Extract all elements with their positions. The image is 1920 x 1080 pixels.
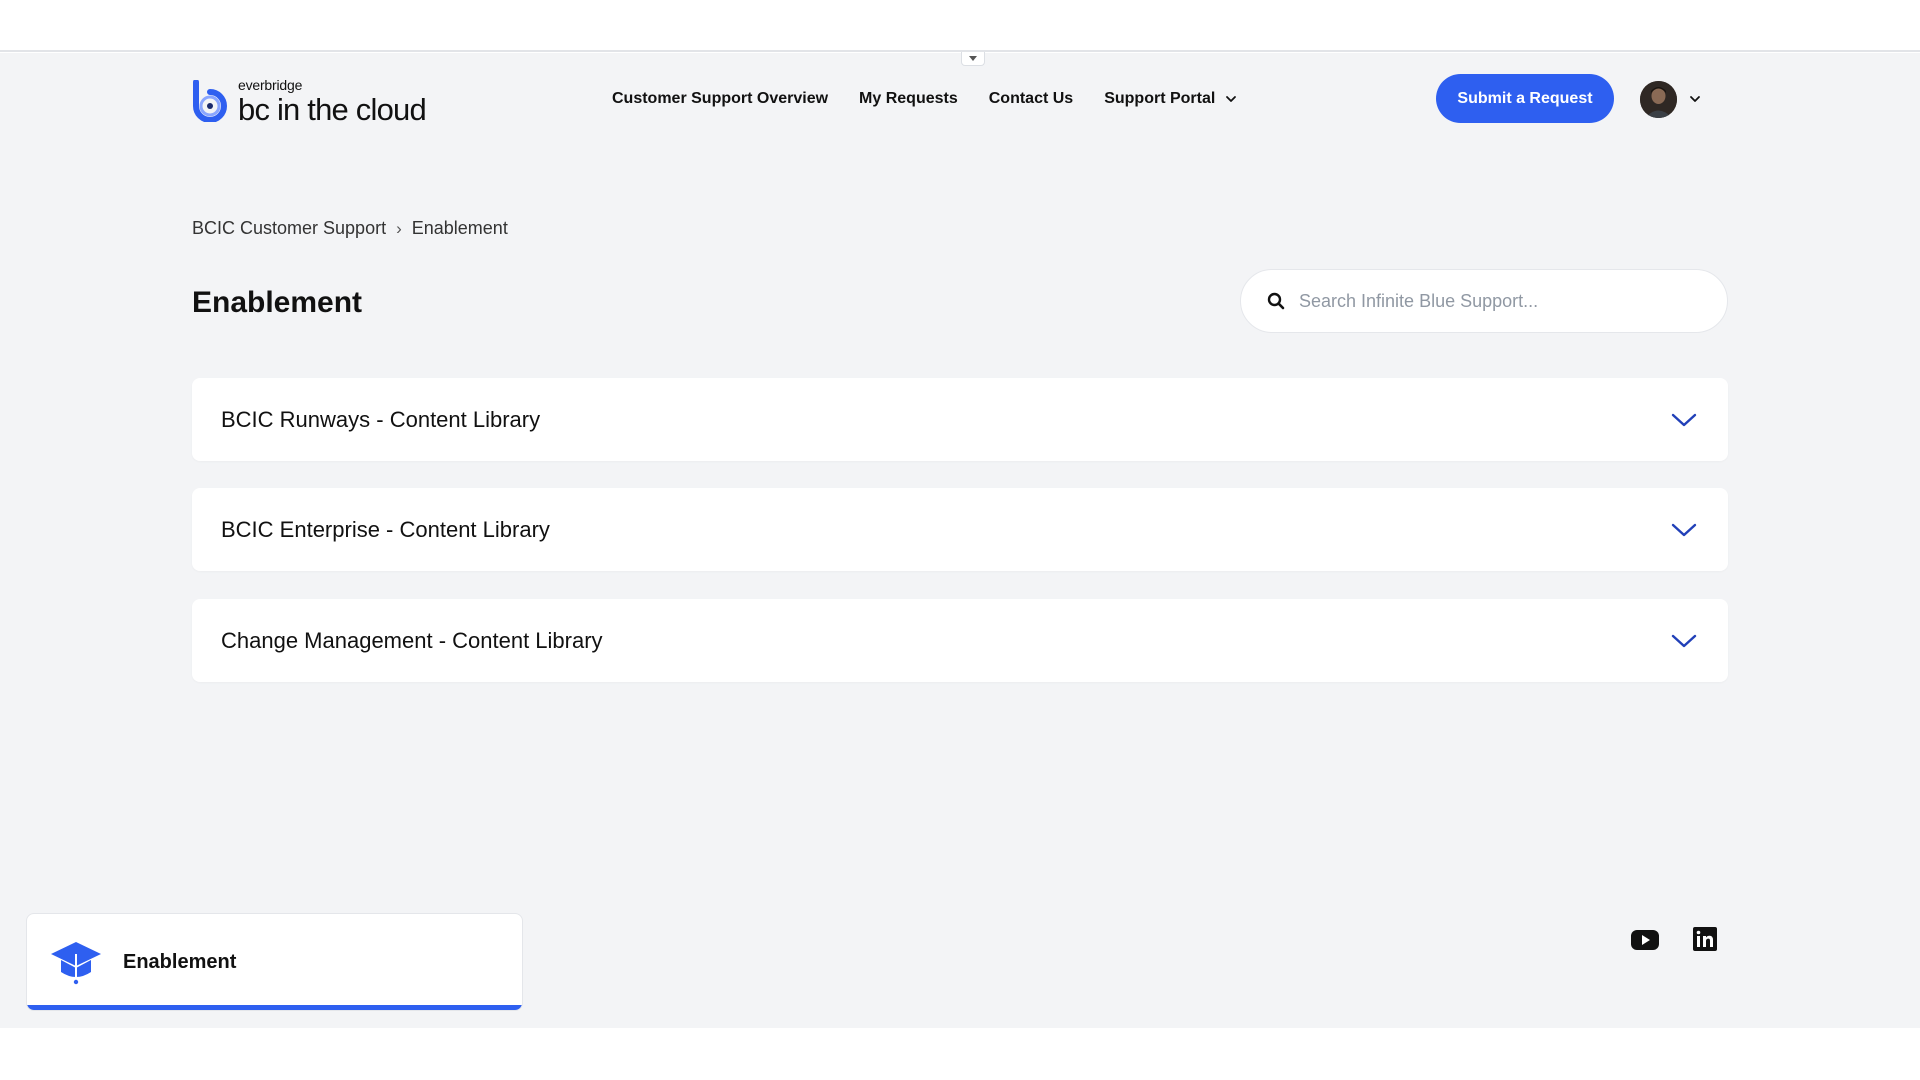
browser-top-strip [0,0,1920,52]
chevron-down-icon [1690,96,1700,102]
collapse-toggle[interactable] [961,52,985,66]
accordion-bcic-runways[interactable]: BCIC Runways - Content Library [192,378,1728,461]
brand-small-text: everbridge [238,76,303,93]
logo-b-icon [193,80,227,122]
enablement-card[interactable]: Enablement [26,913,523,1011]
breadcrumb: BCIC Customer Support › Enablement [192,218,508,239]
chevron-down-icon [1226,96,1237,102]
chevron-down-icon [1671,413,1697,426]
user-menu[interactable] [1640,80,1701,118]
main-nav: Customer Support Overview My Requests Co… [612,87,1237,111]
accordion-title: Change Management - Content Library [221,627,603,653]
submit-request-button[interactable]: Submit a Request [1436,74,1614,123]
breadcrumb-separator: › [396,218,402,238]
accordion-bcic-enterprise[interactable]: BCIC Enterprise - Content Library [192,488,1728,571]
nav-customer-support-overview[interactable]: Customer Support Overview [612,90,828,108]
chevron-down-icon [1671,634,1697,647]
graduation-cap-icon [51,942,101,985]
search-icon [1267,292,1285,310]
nav-support-portal[interactable]: Support Portal [1104,90,1237,108]
bottom-strip [0,1028,1920,1080]
nav-contact-us[interactable]: Contact Us [989,90,1073,108]
breadcrumb-item-current[interactable]: Enablement [412,218,508,239]
brand-logo[interactable]: everbridge bc in the cloud [192,76,442,127]
card-active-bar [27,1005,522,1010]
nav-my-requests[interactable]: My Requests [859,90,958,108]
nav-label: Customer Support Overview [612,90,829,107]
caret-down-icon [969,56,977,61]
accordion-title: BCIC Runways - Content Library [221,406,541,432]
search-box[interactable] [1240,269,1728,333]
user-photo-icon [1640,80,1677,118]
chevron-down-icon [1671,523,1697,536]
accordion-title: BCIC Enterprise - Content Library [221,516,550,542]
card-label: Enablement [123,950,237,973]
breadcrumb-item-home[interactable]: BCIC Customer Support [192,218,386,239]
page-title: Enablement [192,286,363,319]
accordion-change-management[interactable]: Change Management - Content Library [192,599,1728,682]
youtube-icon[interactable] [1630,926,1660,954]
avatar [1640,80,1677,118]
search-input[interactable] [1299,290,1699,312]
nav-label: Contact Us [988,90,1074,107]
nav-label: My Requests [859,90,958,107]
brand-main-text: bc in the cloud [238,91,427,127]
linkedin-icon[interactable] [1690,926,1720,954]
nav-label: Support Portal [1104,90,1216,107]
